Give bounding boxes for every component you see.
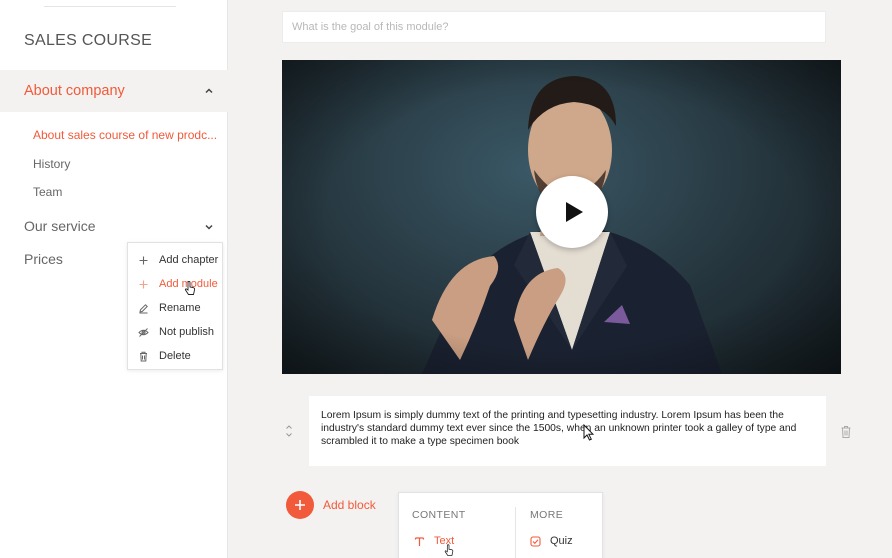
menu-item-label: Add chapter: [159, 254, 219, 266]
chevron-down-icon[interactable]: [204, 222, 214, 232]
sidebar-item-about-sales-course[interactable]: About sales course of new prodc...: [33, 128, 217, 142]
module-goal-input[interactable]: [282, 11, 826, 43]
sidebar-section-our-service[interactable]: Our service: [0, 218, 228, 238]
block-type-label: Quiz: [550, 535, 573, 547]
quiz-check-icon: [530, 535, 541, 547]
section-label: About company: [24, 83, 125, 99]
menu-item-label: Not publish: [159, 326, 215, 338]
play-icon: [566, 202, 583, 222]
chevron-up-icon[interactable]: [204, 86, 214, 96]
menu-item-label: Delete: [159, 350, 191, 362]
context-menu: Add chapter Add module Rename Not publis…: [127, 242, 223, 370]
sidebar-divider: [44, 6, 176, 7]
trash-icon: [138, 351, 149, 362]
more-header: MORE: [530, 509, 564, 521]
drag-handle-icon[interactable]: [284, 424, 294, 438]
text-block[interactable]: Lorem Ipsum is simply dummy text of the …: [309, 396, 826, 466]
block-type-panel: CONTENT MORE Text Quiz: [398, 492, 603, 558]
sidebar-item-history[interactable]: History: [33, 157, 70, 171]
sidebar-section-about-company[interactable]: About company: [0, 70, 228, 112]
plus-icon: [138, 255, 149, 266]
menu-item-add-module[interactable]: Add module: [128, 273, 224, 295]
menu-item-add-chapter[interactable]: Add chapter: [128, 249, 224, 271]
delete-block-button[interactable]: [840, 425, 852, 439]
pencil-icon: [138, 303, 149, 314]
add-block-button[interactable]: Add block: [286, 491, 376, 519]
add-block-label: Add block: [323, 498, 376, 512]
content-header: CONTENT: [412, 509, 466, 521]
trash-icon: [841, 426, 851, 438]
play-button[interactable]: [536, 176, 608, 248]
plus-icon: [286, 491, 314, 519]
menu-item-label: Rename: [159, 302, 201, 314]
plus-icon: [138, 279, 149, 290]
block-type-quiz[interactable]: Quiz: [530, 535, 573, 547]
course-title: SALES COURSE: [24, 32, 153, 49]
menu-item-delete[interactable]: Delete: [128, 345, 224, 367]
text-block-content: Lorem Ipsum is simply dummy text of the …: [321, 410, 797, 448]
eye-off-icon: [138, 327, 149, 338]
menu-item-not-publish[interactable]: Not publish: [128, 321, 224, 343]
sidebar-item-team[interactable]: Team: [33, 185, 62, 199]
panel-divider: [515, 507, 516, 558]
menu-item-label: Add module: [159, 278, 218, 290]
block-type-label: Text: [434, 535, 455, 547]
menu-item-rename[interactable]: Rename: [128, 297, 224, 319]
text-icon: [414, 536, 425, 546]
section-label: Our service: [24, 218, 96, 234]
video-player[interactable]: [282, 60, 841, 374]
section-label: Prices: [24, 251, 63, 267]
block-type-text[interactable]: Text: [414, 535, 454, 547]
